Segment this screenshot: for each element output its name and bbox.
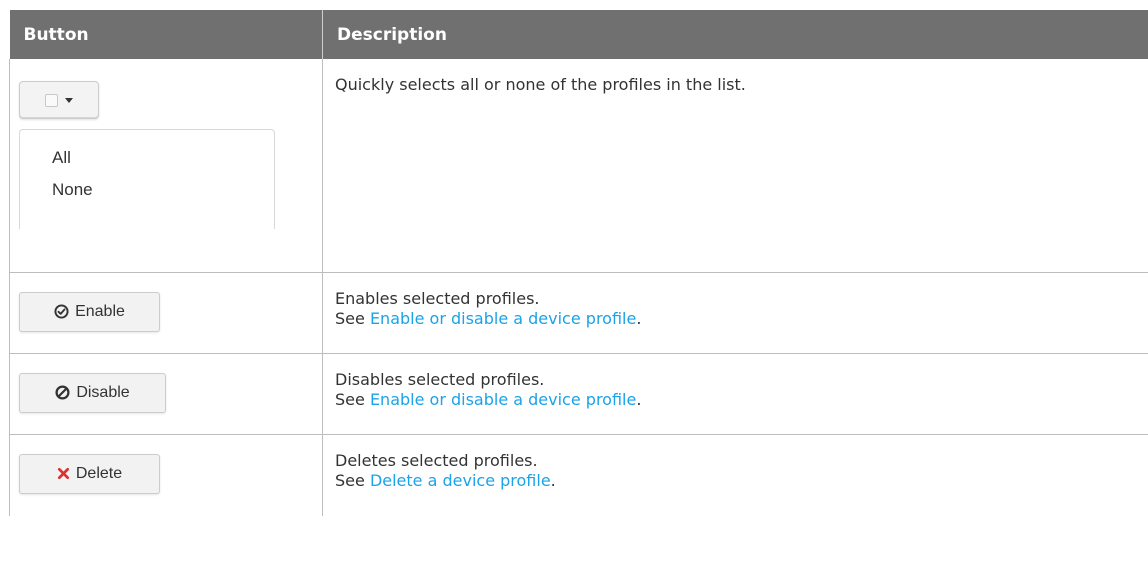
ban-icon [55, 385, 70, 400]
enable-button-label: Enable [75, 302, 125, 320]
table-row: All None Quickly selects all or none of … [9, 59, 1148, 273]
button-cell: Disable [9, 353, 323, 435]
checkbox-icon [45, 93, 58, 107]
caret-down-icon [65, 97, 73, 103]
see-also-line: See Delete a device profile. [335, 471, 1148, 491]
description-cell: Quickly selects all or none of the profi… [322, 59, 1148, 273]
select-dropdown-menu: All None [19, 129, 275, 229]
button-reference-table: Button Description All None Quickly sele… [9, 10, 1148, 516]
description-text: Quickly selects all or none of the profi… [335, 75, 746, 94]
table-row: Enable Enables selected profiles. See En… [9, 272, 1148, 354]
see-suffix: . [636, 389, 642, 409]
description-cell: Enables selected profiles. See Enable or… [322, 272, 1148, 354]
header-description: Description [322, 10, 1148, 59]
select-all-none-button[interactable] [19, 81, 99, 119]
delete-button[interactable]: Delete [19, 453, 160, 494]
description-cell: Disables selected profiles. See Enable o… [322, 353, 1148, 435]
see-suffix: . [550, 470, 556, 490]
dropdown-item-all[interactable]: All [20, 142, 274, 174]
see-also-line: See Enable or disable a device profile. [335, 309, 1148, 329]
button-cell: Enable [9, 272, 323, 354]
enable-disable-profile-link[interactable]: Enable or disable a device profile [370, 390, 636, 409]
table-row: Delete Deletes selected profiles. See De… [9, 434, 1148, 516]
disable-button[interactable]: Disable [19, 372, 166, 413]
description-text: Deletes selected profiles. [335, 450, 538, 470]
see-prefix: See [335, 308, 370, 328]
table-header-row: Button Description [9, 10, 1148, 59]
header-button: Button [9, 10, 323, 59]
delete-profile-link[interactable]: Delete a device profile [370, 471, 551, 490]
see-prefix: See [335, 389, 370, 409]
dropdown-item-none[interactable]: None [20, 174, 274, 206]
table-row: Disable Disables selected profiles. See … [9, 353, 1148, 435]
description-text: Enables selected profiles. [335, 288, 540, 308]
enable-disable-profile-link[interactable]: Enable or disable a device profile [370, 309, 636, 328]
button-cell: All None [9, 59, 323, 273]
enable-button[interactable]: Enable [19, 291, 160, 332]
see-prefix: See [335, 470, 370, 490]
see-also-line: See Enable or disable a device profile. [335, 390, 1148, 410]
delete-button-label: Delete [75, 464, 123, 482]
description-cell: Deletes selected profiles. See Delete a … [323, 434, 1148, 516]
close-x-icon [57, 467, 69, 480]
check-circle-icon [54, 304, 69, 319]
description-text: Disables selected profiles. [335, 369, 545, 389]
disable-button-label: Disable [76, 383, 130, 401]
button-cell: Delete [9, 434, 323, 516]
see-suffix: . [636, 308, 642, 328]
